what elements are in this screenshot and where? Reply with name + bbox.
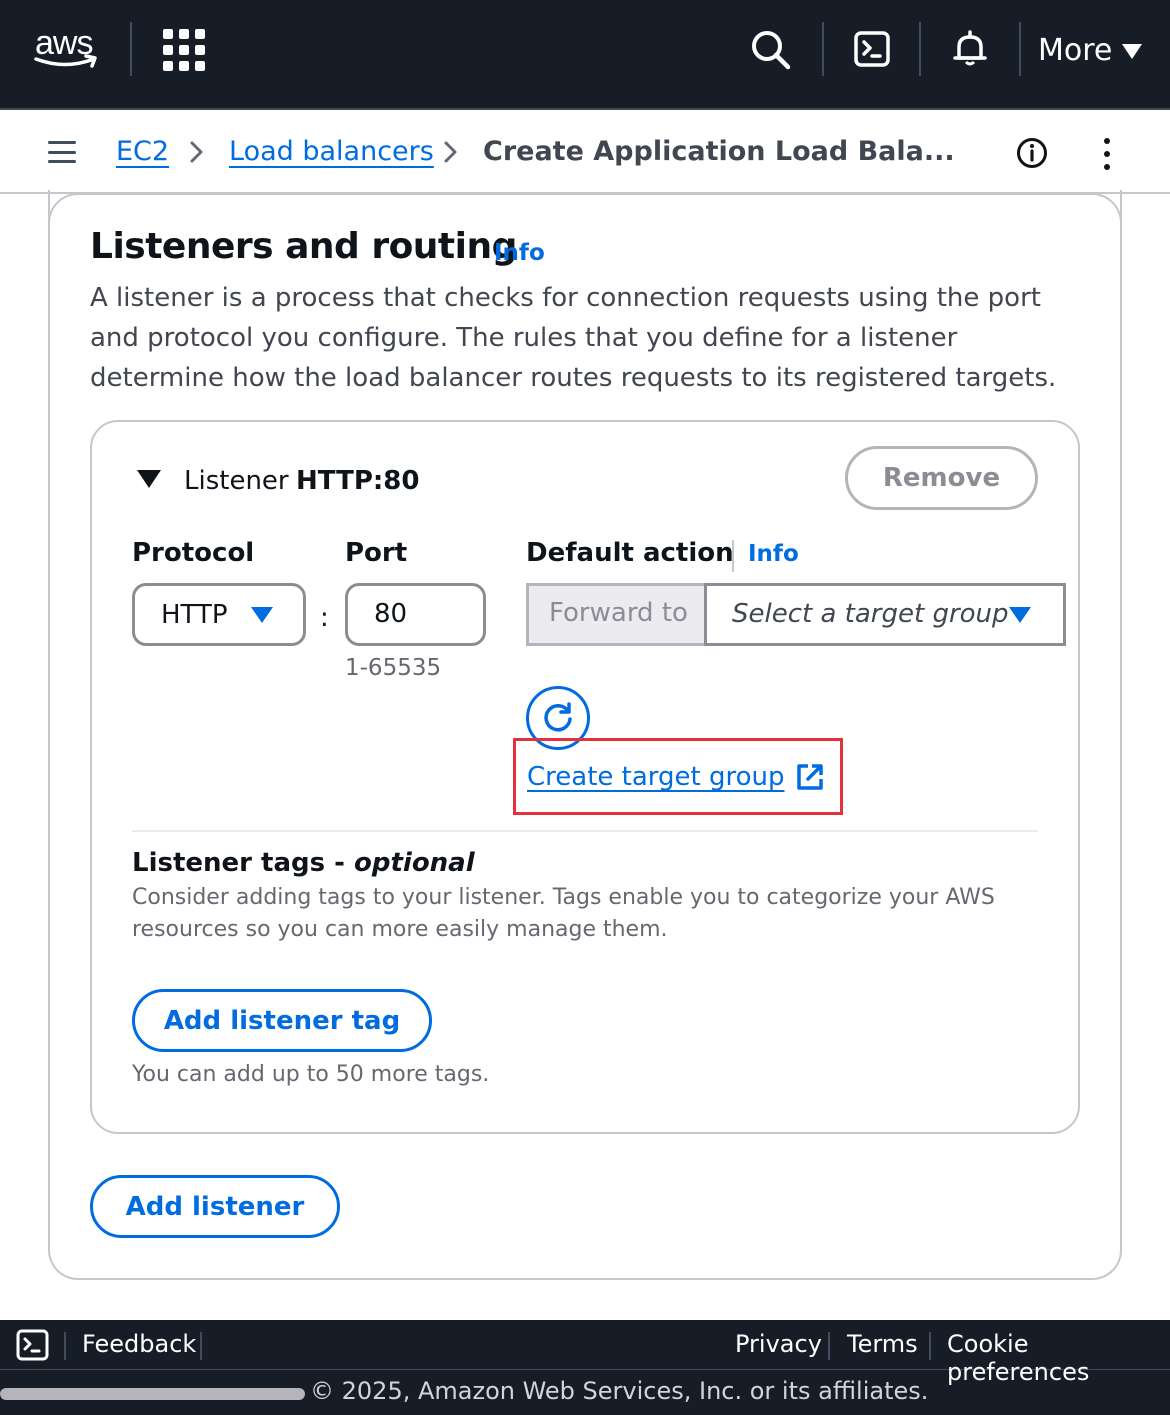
topbar-divider — [822, 22, 824, 76]
feedback-link[interactable]: Feedback — [82, 1330, 196, 1358]
card-divider — [132, 830, 1038, 832]
footer-divider — [200, 1332, 202, 1360]
listener-value: HTTP:80 — [296, 466, 420, 496]
chevron-right-icon — [190, 141, 203, 163]
services-grid-icon[interactable] — [163, 29, 205, 71]
remove-listener-button[interactable]: Remove — [845, 446, 1038, 510]
horizontal-scrollbar[interactable] — [0, 1388, 305, 1400]
footer-links-row: Feedback Privacy Terms Cookie preference… — [0, 1320, 1170, 1386]
kebab-menu-icon[interactable] — [1103, 138, 1111, 170]
section-description: A listener is a process that checks for … — [90, 283, 1057, 393]
breadcrumb-current: Create Application Load Bala... — [483, 136, 955, 167]
search-icon[interactable] — [749, 28, 791, 70]
footer-divider — [929, 1332, 931, 1360]
target-group-select[interactable]: Select a target group — [704, 583, 1066, 646]
privacy-link[interactable]: Privacy — [735, 1330, 822, 1358]
aws-logo[interactable]: aws — [32, 24, 102, 72]
notifications-bell-icon[interactable] — [949, 28, 991, 70]
external-link-icon — [796, 764, 823, 790]
tags-title-text: Listener tags - — [132, 848, 354, 878]
cookie-preferences-link[interactable]: Cookie preferences — [947, 1330, 1170, 1386]
listener-tags-title: Listener tags - optional — [132, 848, 475, 878]
breadcrumb-load-balancers-link[interactable]: Load balancers — [229, 134, 434, 170]
protocol-select[interactable]: HTTP — [132, 583, 306, 646]
tags-optional-text: optional — [354, 848, 475, 878]
cloudshell-icon[interactable] — [16, 1328, 50, 1362]
footer-divider — [64, 1332, 66, 1360]
port-input[interactable]: 80 — [345, 583, 486, 646]
info-circle-icon[interactable] — [1016, 137, 1048, 169]
section-info-link[interactable]: Info — [494, 240, 545, 266]
protocol-label: Protocol — [132, 538, 255, 568]
target-group-placeholder: Select a target group — [732, 599, 1009, 629]
caret-down-icon — [251, 607, 273, 623]
listener-label: Listener — [184, 466, 289, 496]
more-menu-button[interactable]: More — [1038, 28, 1143, 72]
more-label: More — [1038, 32, 1113, 68]
caret-down-icon — [1009, 607, 1031, 623]
default-action-info-link[interactable]: Info — [748, 541, 799, 567]
create-target-group-label: Create target group — [527, 762, 785, 792]
add-listener-button[interactable]: Add listener — [90, 1175, 340, 1238]
breadcrumb-ec2-link[interactable]: EC2 — [116, 134, 169, 170]
port-label: Port — [345, 538, 408, 568]
copyright-text: © 2025, Amazon Web Services, Inc. or its… — [310, 1377, 929, 1405]
label-divider — [732, 540, 734, 572]
section-title: Listeners and routing — [90, 226, 517, 267]
topbar-divider — [1019, 22, 1021, 76]
topbar-divider — [130, 22, 132, 76]
footer-divider — [828, 1332, 830, 1360]
tags-limit-hint: You can add up to 50 more tags. — [132, 1062, 490, 1087]
menu-hamburger-icon[interactable] — [48, 141, 76, 163]
add-listener-tag-button[interactable]: Add listener tag — [132, 989, 432, 1052]
protocol-selected-value: HTTP — [161, 599, 228, 630]
refresh-icon — [544, 702, 572, 732]
caret-down-icon — [1122, 43, 1143, 59]
chevron-right-icon — [444, 141, 457, 163]
create-target-group-link[interactable]: Create target group — [527, 762, 825, 792]
listener-tags-description: Consider adding tags to your listener. T… — [132, 885, 995, 942]
default-action-label: Default action — [526, 538, 734, 568]
colon-separator: : — [320, 603, 329, 633]
footer: Feedback Privacy Terms Cookie preference… — [0, 1320, 1170, 1415]
topbar-divider — [919, 22, 921, 76]
terms-link[interactable]: Terms — [847, 1330, 918, 1358]
forward-to-label: Forward to — [526, 583, 706, 646]
expand-caret-down-icon[interactable] — [137, 470, 161, 488]
top-navigation: aws More — [0, 0, 1170, 110]
port-hint: 1-65535 — [345, 655, 442, 681]
cloudshell-icon[interactable] — [852, 28, 894, 70]
